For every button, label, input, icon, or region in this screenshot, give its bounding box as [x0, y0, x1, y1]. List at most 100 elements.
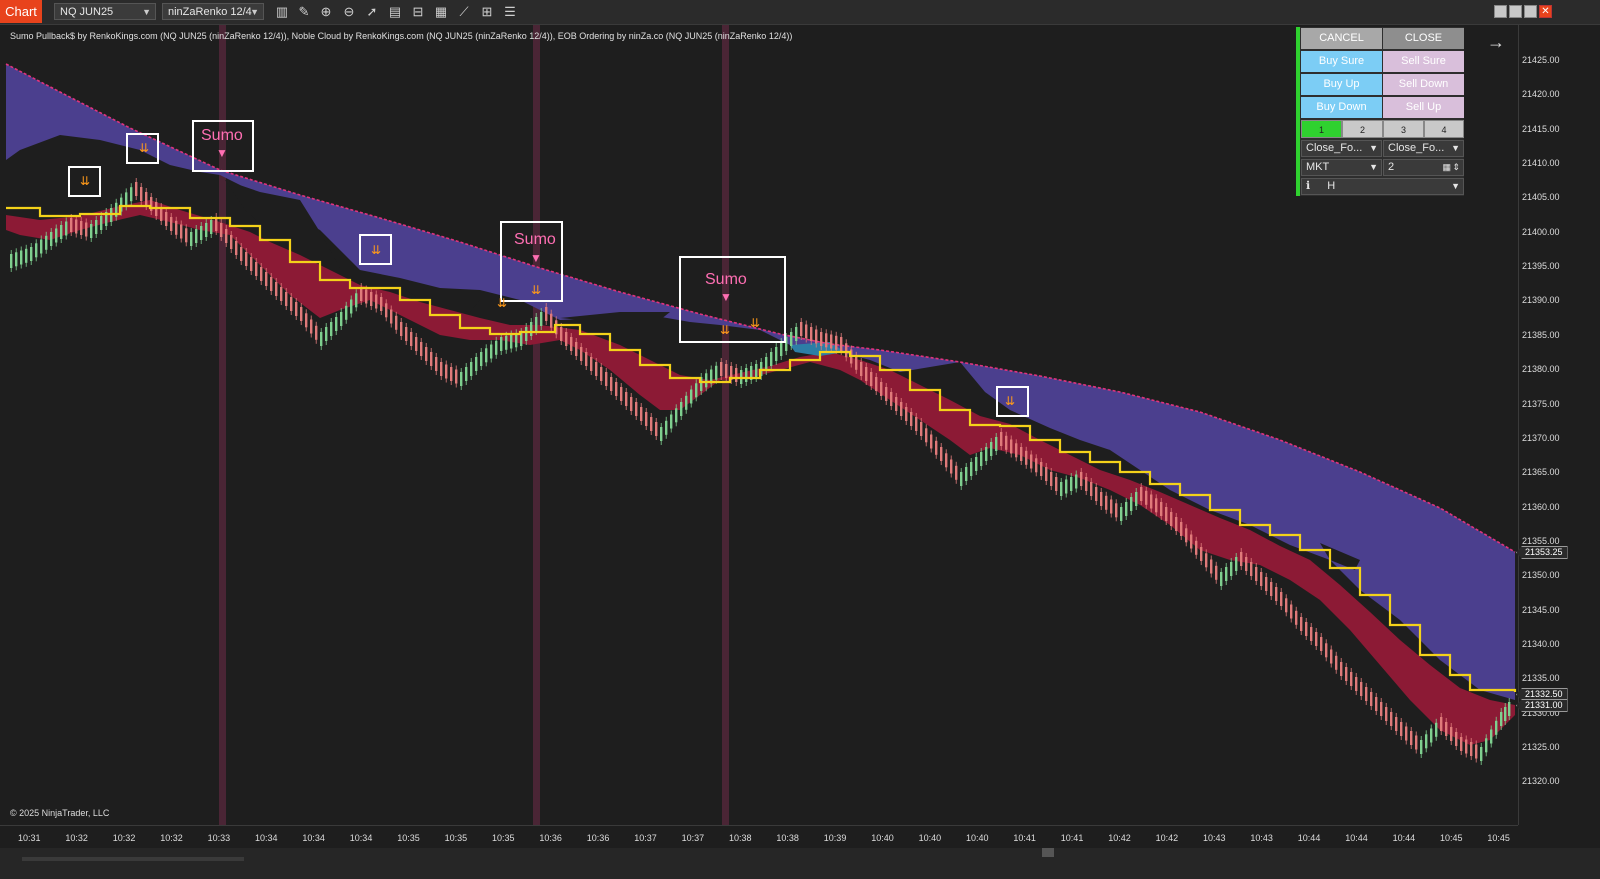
bar-style-icon[interactable]: ▥ — [274, 4, 290, 20]
sumo-down-arrow-icon: ▼ — [720, 290, 732, 304]
double-down-arrow-icon: ⇊ — [80, 174, 91, 188]
quantity-stepper[interactable]: 2 ▦ ⇕ — [1383, 159, 1464, 176]
sumo-down-arrow-icon: ▼ — [216, 146, 228, 160]
sumo-label: Sumo — [201, 127, 243, 144]
time-tick-label: 10:32 — [160, 833, 183, 843]
price-tick-label: 21345.00 — [1522, 604, 1560, 615]
double-down-arrow-icon: ⇊ — [139, 141, 150, 155]
price-tick-label: 21395.00 — [1522, 261, 1560, 272]
arrow-right-icon[interactable]: → — [1487, 32, 1505, 53]
time-tick-label: 10:34 — [349, 833, 373, 843]
time-tick-label: 10:31 — [18, 833, 41, 843]
time-tick-label: 10:36 — [539, 833, 562, 843]
price-tick-label: 21370.00 — [1522, 432, 1560, 443]
restore-icon[interactable] — [1509, 5, 1522, 18]
sumo-signal-box — [679, 256, 786, 343]
price-tick-label: 21360.00 — [1522, 501, 1560, 512]
time-tick-label: 10:42 — [1155, 833, 1179, 843]
session-vline — [722, 25, 729, 825]
time-tick-label: 10:37 — [634, 833, 657, 843]
price-tick-label: 21375.00 — [1522, 398, 1560, 409]
spinner-icon[interactable]: ⇕ — [1452, 160, 1460, 175]
time-tick-label: 10:41 — [1013, 833, 1036, 843]
sell-sure-button[interactable]: Sell Sure — [1383, 51, 1464, 72]
time-tick-label: 10:35 — [397, 833, 420, 843]
time-tick-label: 10:35 — [492, 833, 515, 843]
bar-type-value: ninZaRenko 12/4 — [168, 6, 252, 18]
session-vline — [533, 25, 540, 825]
bar-type-selector[interactable]: ninZaRenko 12/4 ▼ — [162, 3, 264, 20]
sell-up-button[interactable]: Sell Up — [1383, 97, 1464, 118]
double-down-arrow-icon: ⇊ — [720, 323, 731, 337]
pointer-icon[interactable]: ➚ — [364, 4, 380, 20]
chevron-down-icon: ▼ — [1369, 162, 1378, 172]
templates-icon[interactable]: ⊟ — [410, 4, 426, 20]
time-tick-label: 10:35 — [444, 833, 468, 843]
time-tick-label: 10:44 — [1392, 833, 1416, 843]
close-mode-select-1[interactable]: Close_Fo... ▼ — [1301, 140, 1382, 157]
instrument-selector[interactable]: NQ JUN25 ▼ — [54, 3, 156, 20]
menu-icon[interactable]: ☰ — [502, 4, 518, 20]
calculator-icon[interactable]: ▦ — [1442, 160, 1451, 175]
price-tick-label: 21335.00 — [1522, 673, 1560, 684]
chevron-down-icon: ▼ — [1369, 143, 1378, 153]
scrollbar-thumb[interactable] — [22, 857, 244, 861]
price-tick-label: 21415.00 — [1522, 123, 1560, 134]
price-tick-label: 21320.00 — [1522, 776, 1560, 787]
zoom-out-icon[interactable]: ⊖ — [341, 4, 357, 20]
chart-trader-icon[interactable]: ⊞ — [479, 4, 495, 20]
time-tick-label: 10:33 — [207, 833, 231, 843]
buy-down-button[interactable]: Buy Down — [1301, 97, 1382, 118]
chevron-down-icon: ▼ — [250, 7, 259, 17]
chevron-down-icon: ▼ — [1451, 143, 1460, 153]
zoom-in-icon[interactable]: ⊕ — [318, 4, 334, 20]
tab-4[interactable]: 4 — [1424, 120, 1464, 138]
buy-up-button[interactable]: Buy Up — [1301, 74, 1382, 95]
cancel-button[interactable]: CANCEL — [1301, 28, 1382, 49]
chart-tab[interactable]: Chart — [0, 0, 42, 23]
price-tick-label: 21390.00 — [1522, 295, 1560, 306]
price-tick-label: 21410.00 — [1522, 158, 1560, 169]
instrument-value: NQ JUN25 — [60, 6, 114, 18]
chevron-down-icon: ▼ — [1451, 181, 1460, 191]
indicators-icon[interactable]: ⟋ — [456, 4, 472, 20]
time-tick-label: 10:42 — [1108, 833, 1131, 843]
chevron-down-icon: ▼ — [142, 7, 151, 17]
trade-panel-status-bar — [1296, 27, 1300, 196]
buy-sure-button[interactable]: Buy Sure — [1301, 51, 1382, 72]
time-tick-label: 10:32 — [112, 833, 136, 843]
tab-3[interactable]: 3 — [1383, 120, 1424, 138]
drawing-tool-icon[interactable]: ✎ — [296, 4, 312, 20]
info-select[interactable]: ℹ H ▼ — [1301, 178, 1464, 195]
time-tick-label: 10:40 — [871, 833, 894, 843]
tab-2[interactable]: 2 — [1342, 120, 1383, 138]
close-button[interactable]: CLOSE — [1383, 28, 1464, 49]
time-tick-label: 10:45 — [1487, 833, 1510, 843]
close-mode-value: Close_Fo... — [1388, 142, 1445, 154]
time-tick-label: 10:45 — [1440, 833, 1463, 843]
price-tick-label: 21400.00 — [1522, 226, 1560, 237]
strategies-icon[interactable]: ▦ — [433, 4, 449, 20]
info-icon: ℹ — [1306, 180, 1311, 192]
close-icon[interactable]: ✕ — [1539, 5, 1552, 18]
chart-scrollbar[interactable] — [0, 848, 1600, 879]
time-tick-label: 10:43 — [1250, 833, 1273, 843]
minimize-icon[interactable] — [1494, 5, 1507, 18]
close-mode-select-2[interactable]: Close_Fo... ▼ — [1383, 140, 1464, 157]
time-tick-label: 10:38 — [729, 833, 752, 843]
sell-down-button[interactable]: Sell Down — [1383, 74, 1464, 95]
time-tick-label: 10:40 — [918, 833, 942, 843]
properties-icon[interactable]: ▤ — [387, 4, 403, 20]
tab-1[interactable]: 1 — [1301, 120, 1342, 138]
price-tick-label: 21405.00 — [1522, 192, 1560, 203]
time-tick-label: 10:39 — [823, 833, 847, 843]
double-down-arrow-icon: ⇊ — [497, 296, 508, 310]
sumo-label: Sumo — [705, 271, 747, 288]
price-tick-label: 21340.00 — [1522, 638, 1560, 649]
chart-toolbar: Chart NQ JUN25 ▼ ninZaRenko 12/4 ▼ ▥ ✎ ⊕… — [0, 0, 1600, 25]
price-tick-label: 21420.00 — [1522, 89, 1560, 100]
maximize-icon[interactable] — [1524, 5, 1537, 18]
scrollbar-grip-icon[interactable] — [1042, 848, 1054, 857]
order-type-select[interactable]: MKT ▼ — [1301, 159, 1382, 176]
time-tick-label: 10:36 — [586, 833, 610, 843]
